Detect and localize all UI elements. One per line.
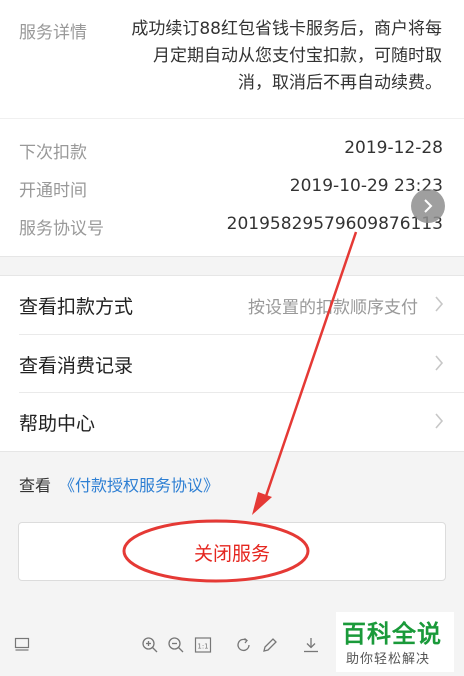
watermark-title: 百科全说 — [342, 620, 442, 648]
agreement-line: 查看 《付款授权服务协议》 — [19, 472, 219, 496]
next-charge-label: 下次扣款 — [19, 143, 87, 163]
menu-item-consumption-records[interactable]: 查看消费记录 — [0, 335, 464, 393]
watermark-subtitle: 助你轻松解决 — [346, 652, 431, 667]
service-detail-label: 服务详情 — [19, 23, 87, 43]
edit-icon[interactable] — [261, 636, 279, 654]
service-info-card: 服务详情 成功续订88红包省钱卡服务后，商户将每月定期自动从您支付宝扣款，可随时… — [0, 0, 464, 257]
actual-size-icon[interactable]: 1:1 — [194, 636, 212, 654]
divider — [0, 118, 464, 119]
agreement-number-label: 服务协议号 — [19, 219, 104, 239]
chevron-right-icon — [435, 296, 444, 312]
agreement-link[interactable]: 《付款授权服务协议》 — [59, 476, 219, 495]
next-image-button[interactable] — [411, 189, 445, 223]
menu-item-help-center[interactable]: 帮助中心 — [0, 393, 464, 451]
actual-size-text: 1:1 — [197, 643, 208, 651]
menu-list: 查看扣款方式 按设置的扣款顺序支付 查看消费记录 帮助中心 — [0, 275, 464, 452]
rotate-icon[interactable] — [235, 636, 253, 654]
annotation-arrow-head — [252, 492, 272, 515]
chevron-right-icon — [435, 413, 444, 429]
menu-item-value: 按设置的扣款顺序支付 — [248, 298, 418, 318]
close-service-button[interactable]: 关闭服务 — [18, 522, 446, 581]
zoom-out-icon[interactable] — [167, 636, 185, 654]
agreement-number-value: 2019582957960987​6113 — [226, 214, 443, 234]
download-icon[interactable] — [302, 636, 320, 654]
watermark-logo: 百科全说 助你轻松解决 — [336, 612, 454, 672]
close-service-label: 关闭服务 — [193, 543, 270, 565]
zoom-in-icon[interactable] — [141, 636, 159, 654]
next-charge-value: 2019-12-28 — [344, 138, 443, 158]
chevron-right-icon — [424, 199, 433, 213]
menu-item-label: 查看扣款方式 — [19, 296, 134, 318]
open-time-label: 开通时间 — [19, 181, 87, 201]
menu-item-label: 帮助中心 — [19, 413, 96, 435]
chevron-right-icon — [435, 355, 444, 371]
agreement-prefix: 查看 — [19, 476, 52, 495]
service-detail-text: 成功续订88红包省钱卡服务后，商户将每月定期自动从您支付宝扣款，可随时取消，取消… — [131, 19, 442, 93]
menu-item-payment-method[interactable]: 查看扣款方式 按设置的扣款顺序支付 — [0, 276, 464, 334]
menu-item-label: 查看消费记录 — [19, 355, 134, 377]
layout-icon[interactable] — [14, 636, 30, 652]
